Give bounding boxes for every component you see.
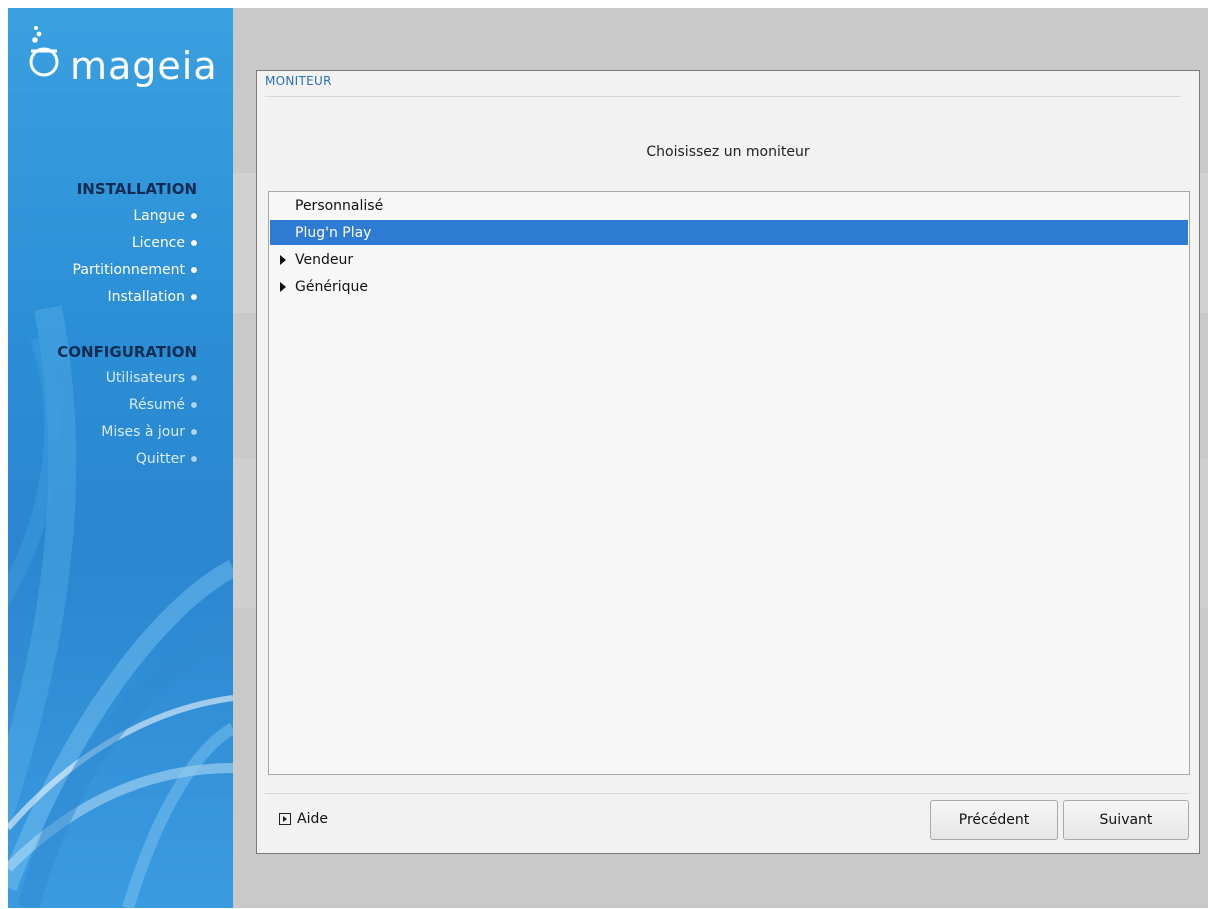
expand-arrow-icon[interactable] (280, 254, 286, 265)
sidebar: mageia INSTALLATION Langue Licence Parti… (8, 8, 233, 908)
monitor-tree-list[interactable]: Personnalisé Plug'n Play Vendeur Génériq… (268, 191, 1190, 775)
monitor-dialog: MONITEUR Choisissez un moniteur Personna… (256, 70, 1200, 854)
prompt-text: Choisissez un moniteur (646, 144, 810, 160)
step-done-dot-icon (191, 240, 197, 246)
list-item-label: Vendeur (295, 251, 354, 268)
step-label: Licence (131, 235, 185, 251)
section-title-installation: INSTALLATION (76, 180, 197, 198)
next-button[interactable]: Suivant (1063, 800, 1189, 840)
step-label: Résumé (128, 397, 185, 413)
step-done-dot-icon (191, 213, 197, 219)
step-pending-dot-icon (191, 456, 197, 462)
mageia-cauldron-icon (29, 26, 59, 77)
mageia-logo: mageia (28, 18, 228, 88)
previous-button[interactable]: Précédent (930, 800, 1058, 840)
help-toggle[interactable]: Aide (279, 811, 328, 827)
help-label: Aide (297, 811, 328, 827)
step-label: Mises à jour (101, 424, 185, 440)
list-item-generique[interactable]: Générique (270, 274, 1188, 299)
expand-arrow-icon[interactable] (280, 281, 286, 292)
step-licence: Licence (132, 235, 197, 251)
step-label: Partitionnement (72, 262, 185, 278)
expand-box-icon (279, 813, 291, 825)
step-mises-a-jour: Mises à jour (101, 424, 197, 440)
step-installation: Installation (107, 289, 197, 305)
list-item-vendeur[interactable]: Vendeur (270, 247, 1188, 272)
step-pending-dot-icon (191, 402, 197, 408)
section-title-configuration: CONFIGURATION (57, 343, 197, 361)
step-langue: Langue (133, 208, 197, 224)
logo-text: mageia (70, 44, 218, 88)
step-done-dot-icon (191, 294, 197, 300)
list-item-plug-n-play[interactable]: Plug'n Play (270, 220, 1188, 245)
step-done-dot-icon (191, 267, 197, 273)
step-pending-dot-icon (191, 375, 197, 381)
step-partitionnement: Partitionnement (73, 262, 197, 278)
sidebar-background-art (8, 305, 233, 908)
list-item-label: Générique (295, 278, 368, 295)
bottom-divider (265, 793, 1189, 794)
step-label: Quitter (135, 451, 185, 467)
dialog-title: MONITEUR (265, 74, 332, 88)
step-utilisateurs: Utilisateurs (106, 370, 197, 386)
list-item-personnalise[interactable]: Personnalisé (270, 193, 1188, 218)
list-item-label: Plug'n Play (295, 224, 372, 241)
step-resume: Résumé (129, 397, 197, 413)
step-pending-dot-icon (191, 429, 197, 435)
title-divider (265, 96, 1181, 97)
step-quitter: Quitter (136, 451, 197, 467)
step-label: Utilisateurs (105, 370, 185, 386)
list-item-label: Personnalisé (295, 197, 384, 214)
step-label: Installation (107, 289, 185, 305)
step-label: Langue (133, 208, 185, 224)
